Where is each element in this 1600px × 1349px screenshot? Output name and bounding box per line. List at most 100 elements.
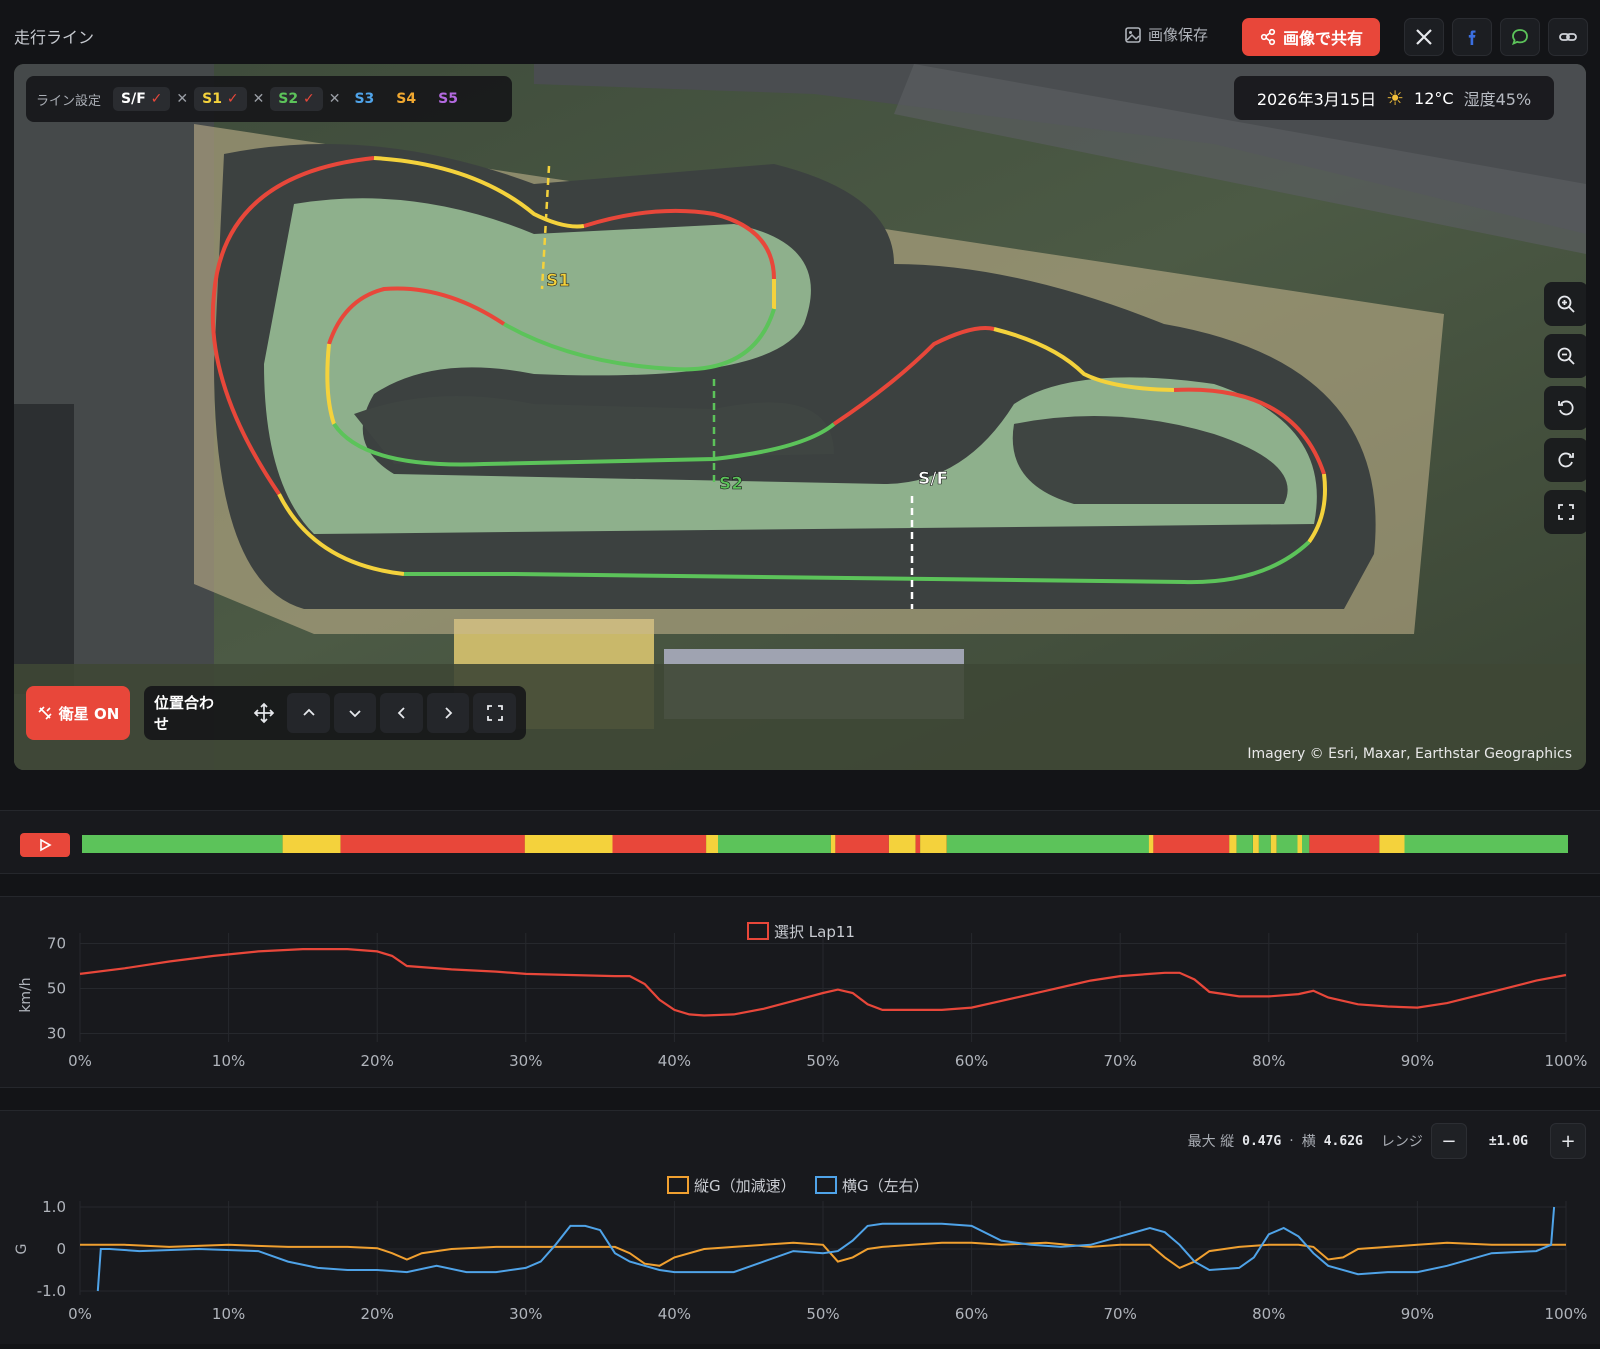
x-tick-label: 70%	[1104, 1305, 1137, 1323]
rotate-left-button[interactable]	[1544, 386, 1586, 430]
zoom-out-button[interactable]	[1544, 334, 1586, 378]
x-tick-label: 20%	[361, 1052, 394, 1070]
timeline-track[interactable]	[82, 835, 1568, 855]
zoom-in-button[interactable]	[1544, 282, 1586, 326]
y-tick-label: -1.0	[37, 1282, 66, 1300]
share-facebook-button[interactable]	[1452, 18, 1492, 56]
rotate-right-button[interactable]	[1544, 438, 1586, 482]
satellite-icon	[38, 706, 52, 720]
line-chip-s4[interactable]: S4	[388, 87, 424, 111]
fullscreen-icon	[486, 705, 503, 721]
range-decrease-button[interactable]: −	[1430, 1123, 1467, 1159]
satellite-toggle[interactable]: 衛星 ON	[26, 686, 130, 740]
timeline-segment	[1229, 835, 1237, 853]
save-image-label: 画像保存	[1148, 26, 1209, 44]
line-chip-label: S2	[278, 91, 299, 107]
remove-s2-icon[interactable]: ✕	[329, 91, 341, 107]
line-settings-toolbar: ライン設定 S/F ✓ ✕ S1 ✓ ✕ S2 ✓ ✕ S3 S4 S5	[26, 76, 512, 122]
page-title: 走行ライン	[14, 28, 95, 47]
move-button[interactable]	[245, 693, 284, 733]
map-attribution: Imagery © Esri, Maxar, Earthstar Geograp…	[1247, 746, 1572, 762]
share-image-label: 画像で共有	[1282, 29, 1363, 48]
timeline-segment	[1236, 835, 1253, 853]
x-tick-label: 30%	[509, 1052, 542, 1070]
timeline-segment	[1153, 835, 1230, 853]
chevron-down-icon	[349, 710, 361, 718]
x-tick-label: 80%	[1252, 1305, 1285, 1323]
max-lat-value: 4.62G	[1323, 1133, 1363, 1149]
zoom-in-icon	[1557, 295, 1575, 313]
x-tick-label: 10%	[212, 1052, 245, 1070]
x-tick-label: 70%	[1104, 1052, 1137, 1070]
move-right-button[interactable]	[426, 693, 470, 733]
x-tick-label: 60%	[955, 1052, 988, 1070]
remove-sf-icon[interactable]: ✕	[176, 91, 188, 107]
range-value: ±1.0G	[1488, 1133, 1528, 1149]
weather-info: 2026年3月15日 ☀ 12°C 湿度45%	[1234, 76, 1554, 120]
timeline-segment	[830, 835, 836, 853]
move-up-button[interactable]	[287, 693, 330, 733]
timeline-segment	[1258, 835, 1271, 853]
chat-bubble-icon	[1512, 29, 1528, 46]
x-tick-label: 40%	[658, 1305, 691, 1323]
track-map[interactable]: S1 S2 S/F Imagery © Esri, Maxar, Earthst…	[14, 64, 1586, 770]
x-tick-label: 40%	[658, 1052, 691, 1070]
temperature: 12°C	[1414, 88, 1454, 108]
max-lat-label: 横	[1301, 1134, 1316, 1150]
share-x-button[interactable]	[1404, 18, 1444, 56]
line-chip-s1[interactable]: S1 ✓	[194, 87, 247, 111]
header: 走行ライン 画像保存 画像で共有	[0, 0, 1600, 64]
save-image-button[interactable]: 画像保存	[1124, 24, 1208, 45]
timeline-segment	[1309, 835, 1380, 853]
x-tick-label: 90%	[1401, 1052, 1434, 1070]
line-chip-s5[interactable]: S5	[430, 87, 466, 111]
line-chip-label: S1	[202, 91, 222, 107]
move-down-button[interactable]	[333, 693, 377, 733]
timeline-segment	[1302, 835, 1310, 853]
move-left-button[interactable]	[380, 693, 423, 733]
align-toolbar: 位置合わせ	[144, 686, 526, 740]
align-fit-button[interactable]	[473, 693, 516, 733]
range-increase-button[interactable]: +	[1550, 1123, 1586, 1159]
timeline-segment	[946, 835, 1149, 853]
chevron-left-icon	[397, 707, 405, 719]
copy-link-button[interactable]	[1548, 18, 1588, 56]
remove-s1-icon[interactable]: ✕	[253, 91, 265, 107]
s1-marker-label: S1	[546, 271, 570, 291]
fullscreen-button[interactable]	[1544, 490, 1586, 534]
speed-chart-panel: 選択 Lap11 km/h 70 50 30 0% 10% 20% 30% 40% 50% 60…	[0, 896, 1600, 1088]
legend-long-label: 縦G（加減速）	[694, 1177, 796, 1195]
facebook-icon	[1468, 30, 1476, 45]
x-tick-label: 50%	[806, 1052, 839, 1070]
line-chip-sf[interactable]: S/F ✓	[113, 87, 171, 111]
y-tick-label: 70	[47, 935, 66, 953]
legend-swatch-long	[667, 1176, 689, 1194]
timeline-segment	[920, 835, 947, 853]
play-button[interactable]	[20, 833, 70, 857]
share-line-button[interactable]	[1500, 18, 1540, 56]
share-image-button[interactable]: 画像で共有	[1242, 18, 1380, 56]
x-logo-icon	[1416, 29, 1432, 45]
zoom-out-icon	[1557, 347, 1575, 365]
satellite-map-view: S1 S2 S/F Imagery © Esri, Maxar, Earthst…	[14, 64, 1586, 770]
link-icon	[1559, 33, 1577, 41]
timeline-segment	[340, 835, 525, 853]
timeline-segment	[524, 835, 613, 853]
timeline-segment	[1276, 835, 1298, 853]
share-icon	[1260, 28, 1276, 46]
humidity: 湿度45%	[1463, 90, 1532, 109]
image-icon	[1125, 26, 1141, 43]
timeline-segment	[1148, 835, 1154, 853]
line-chip-label: S/F	[121, 91, 146, 107]
line-chip-s2[interactable]: S2 ✓	[270, 87, 323, 111]
fullscreen-icon	[1558, 504, 1574, 520]
timeline-segment	[888, 835, 916, 853]
x-tick-label: 50%	[806, 1305, 839, 1323]
timeline-segment	[612, 835, 707, 853]
move-arrows-icon	[253, 702, 275, 724]
line-chip-s3[interactable]: S3	[346, 87, 382, 111]
s2-marker-label: S2	[719, 474, 743, 494]
timeline-segment	[718, 835, 831, 853]
timeline-segment	[706, 835, 718, 853]
x-tick-label: 60%	[955, 1305, 988, 1323]
